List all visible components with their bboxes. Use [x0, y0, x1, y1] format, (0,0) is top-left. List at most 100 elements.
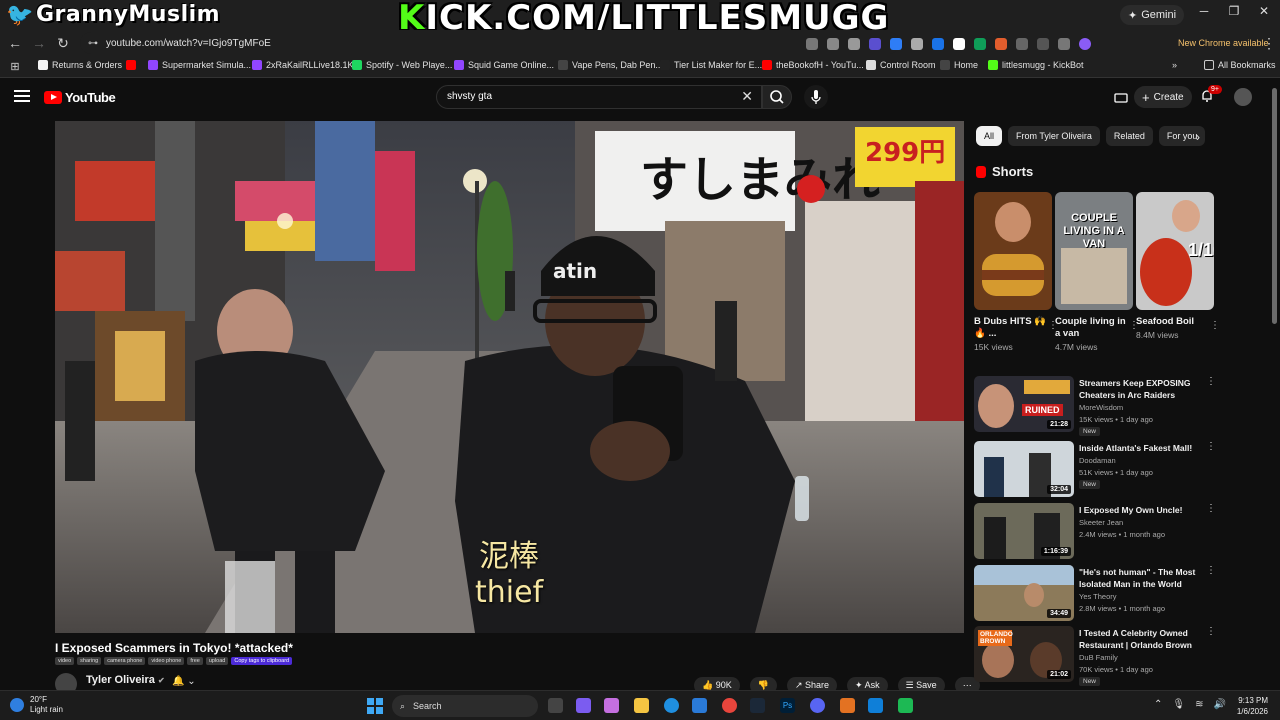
- bookmark-item[interactable]: Tier List Maker for E...: [660, 60, 762, 70]
- extension-blue-icon[interactable]: [890, 38, 902, 50]
- extension-purple-icon[interactable]: [869, 38, 881, 50]
- mic-tray-icon[interactable]: 🎙: [1172, 699, 1185, 710]
- youtube-logo[interactable]: YouTube: [44, 90, 116, 105]
- screenshot-icon[interactable]: [827, 38, 839, 50]
- bookmark-item[interactable]: [126, 60, 140, 70]
- tag[interactable]: video phone: [148, 657, 185, 665]
- channel-name[interactable]: Skeeter Jean: [1079, 518, 1123, 527]
- tray-chevron-icon[interactable]: ⌃: [1154, 699, 1162, 710]
- recommended-video[interactable]: RUINED 21:28 Streamers Keep EXPOSING Che…: [974, 376, 1216, 436]
- subscribed-bell-icon[interactable]: 🔔 ⌄: [172, 676, 196, 687]
- photoshop-icon[interactable]: Ps: [780, 698, 795, 713]
- chip-all[interactable]: All: [976, 126, 1003, 146]
- apps-grid-icon[interactable]: ⊞: [6, 58, 24, 76]
- taskbar-clock[interactable]: 9:13 PM 1/6/2026: [1228, 695, 1268, 717]
- extension-green-icon[interactable]: [974, 38, 986, 50]
- channel-name[interactable]: Yes Theory: [1079, 592, 1117, 601]
- chip-related[interactable]: Related: [1105, 126, 1153, 146]
- channel-name[interactable]: DuB Family: [1079, 653, 1118, 662]
- channel-name[interactable]: Tyler Oliveira ✔: [86, 674, 165, 686]
- address-bar[interactable]: ⊶ youtube.com/watch?v=IGjo9TgMFoE: [80, 32, 900, 54]
- short-title[interactable]: Couple living in a van: [1055, 316, 1133, 340]
- chrome-menu-icon[interactable]: ⋮: [1260, 34, 1278, 52]
- video-more-icon[interactable]: ⋮: [1206, 503, 1216, 514]
- copilot-icon[interactable]: [576, 698, 591, 713]
- video-title[interactable]: I Tested A Celebrity Owned Restaurant | …: [1079, 627, 1204, 651]
- copy-tags-button[interactable]: Copy tags to clipboard: [231, 657, 293, 665]
- video-player[interactable]: すしまみれ 299円 atin 泥棒 thief: [55, 121, 964, 633]
- extension-diamond-icon[interactable]: [953, 38, 965, 50]
- extension-orange-icon[interactable]: [995, 38, 1007, 50]
- menu-hamburger-icon[interactable]: [14, 90, 30, 102]
- short-title[interactable]: Seafood Boil: [1136, 316, 1214, 328]
- create-button[interactable]: + Create: [1134, 86, 1192, 108]
- bookmark-item[interactable]: Spotify - Web Playe...: [352, 60, 452, 70]
- tag[interactable]: sharing: [77, 657, 102, 665]
- weather-widget[interactable]: 20°F Light rain: [10, 695, 63, 715]
- channel-name[interactable]: MoreWisdom: [1079, 403, 1123, 412]
- gemini-button[interactable]: ✦ Gemini: [1120, 5, 1185, 25]
- chip-from-channel[interactable]: From Tyler Oliveira: [1008, 126, 1100, 146]
- recommended-video[interactable]: 1:16:39 I Exposed My Own Uncle! Skeeter …: [974, 503, 1216, 561]
- task-view-icon[interactable]: [548, 698, 563, 713]
- short-item[interactable]: 1/100 Seafood Boil 8.4M views ⋮: [1136, 192, 1220, 340]
- discord-icon[interactable]: [810, 698, 825, 713]
- profile-icon[interactable]: [1079, 38, 1091, 50]
- close-window-icon[interactable]: ✕: [1254, 4, 1274, 18]
- minimize-icon[interactable]: ─: [1194, 4, 1214, 18]
- video-title[interactable]: I Exposed My Own Uncle!: [1079, 504, 1204, 516]
- recommended-video[interactable]: ORLANDO BROWN 21:02 I Tested A Celebrity…: [974, 626, 1216, 686]
- clear-search-icon[interactable]: ✕: [741, 88, 753, 105]
- bookmark-item[interactable]: Home: [940, 60, 978, 70]
- tag[interactable]: camera phone: [104, 657, 146, 665]
- video-more-icon[interactable]: ⋮: [1206, 565, 1216, 576]
- voice-search-button[interactable]: [804, 85, 828, 109]
- video-thumbnail[interactable]: 1:16:39: [974, 503, 1074, 559]
- cast-icon[interactable]: [1114, 91, 1128, 105]
- wifi-icon[interactable]: ≋: [1195, 699, 1203, 710]
- video-title[interactable]: Inside Atlanta's Fakest Mall!: [1079, 442, 1204, 454]
- extension-sheet-icon[interactable]: [932, 38, 944, 50]
- short-item[interactable]: B Dubs HITS 🙌 🔥 ... 15K views ⋮: [974, 192, 1058, 352]
- volume-icon[interactable]: 🔊: [1213, 699, 1225, 710]
- all-bookmarks[interactable]: All Bookmarks: [1204, 60, 1276, 70]
- taskbar-search[interactable]: ⌕ Search: [392, 695, 538, 717]
- video-title[interactable]: Streamers Keep EXPOSING Cheaters in Arc …: [1079, 377, 1204, 401]
- search-input[interactable]: shvsty gta ✕: [436, 85, 762, 109]
- tab-search-icon[interactable]: [1037, 38, 1049, 50]
- restore-icon[interactable]: ❐: [1224, 4, 1244, 18]
- tag[interactable]: upload: [205, 657, 229, 665]
- page-scrollbar[interactable]: [1272, 88, 1277, 324]
- edge-icon[interactable]: [664, 698, 679, 713]
- short-thumbnail[interactable]: 1/100: [1136, 192, 1214, 310]
- recommended-video[interactable]: 32:04 Inside Atlanta's Fakest Mall! Dood…: [974, 441, 1216, 499]
- chips-next-chevron-icon[interactable]: ›: [1196, 130, 1200, 144]
- app-blue-icon[interactable]: [868, 698, 883, 713]
- forward-arrow-icon[interactable]: →: [30, 34, 48, 52]
- search-button[interactable]: [762, 85, 792, 109]
- short-title[interactable]: B Dubs HITS 🙌 🔥 ...: [974, 316, 1052, 340]
- extensions-puzzle-icon[interactable]: [1016, 38, 1028, 50]
- video-thumbnail[interactable]: 32:04: [974, 441, 1074, 497]
- bookmark-item[interactable]: littlesmugg - KickBot: [988, 60, 1084, 70]
- tag[interactable]: free: [187, 657, 203, 665]
- chrome-icon[interactable]: [722, 698, 737, 713]
- short-item[interactable]: COUPLE LIVING IN A VAN Couple living in …: [1055, 192, 1139, 352]
- tag[interactable]: video: [55, 657, 75, 665]
- video-thumbnail[interactable]: 34:49: [974, 565, 1074, 621]
- bookmark-item[interactable]: 2xRaKailRLLive18.1K...: [252, 60, 361, 70]
- extension-gray-icon[interactable]: [911, 38, 923, 50]
- site-info-icon[interactable]: ⊶: [88, 38, 98, 49]
- recommended-video[interactable]: 34:49 "He's not human" - The Most Isolat…: [974, 565, 1216, 623]
- bookmark-item[interactable]: theBookofH - YouTu...: [762, 60, 864, 70]
- bookmark-item[interactable]: Control Room: [866, 60, 936, 70]
- video-title[interactable]: "He's not human" - The Most Isolated Man…: [1079, 566, 1204, 590]
- bookmark-item[interactable]: Returns & Orders: [38, 60, 122, 70]
- video-more-icon[interactable]: ⋮: [1206, 376, 1216, 387]
- app-icon[interactable]: [604, 698, 619, 713]
- video-more-icon[interactable]: ⋮: [1206, 441, 1216, 452]
- back-arrow-icon[interactable]: ←: [6, 34, 24, 52]
- reload-icon[interactable]: ↻: [54, 34, 72, 52]
- file-explorer-icon[interactable]: [634, 698, 649, 713]
- steam-icon[interactable]: [750, 698, 765, 713]
